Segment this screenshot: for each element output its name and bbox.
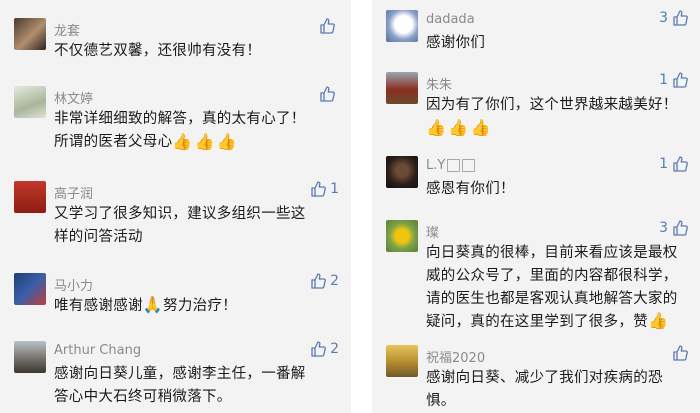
avatar[interactable] (386, 72, 418, 104)
like-count: 3 (659, 10, 668, 26)
thumb-up-outline-icon (673, 156, 688, 172)
thumb-up-outline-icon (311, 273, 326, 289)
thumbs-up-emoji: 👍 (194, 132, 215, 151)
comment-text: 向日葵真的很棒，目前来看应该是最权 威的公众号了，里面的内容都很科学， 请的医生… (426, 242, 682, 334)
avatar[interactable] (14, 341, 46, 373)
avatar[interactable] (14, 18, 46, 50)
avatar[interactable] (14, 273, 46, 305)
like-count: 3 (659, 220, 668, 236)
comment-text: 非常详细细致的解答，真的太有心了！ 所谓的医者父母心 👍 👍 👍 (54, 108, 333, 154)
like-button[interactable]: 1 (659, 156, 688, 172)
like-button[interactable]: 1 (310, 181, 339, 197)
comment-author[interactable]: 龙套 (54, 20, 80, 39)
thumb-up-outline-icon (320, 86, 335, 102)
comment-author[interactable]: 高子润 (54, 183, 93, 202)
thumb-up-outline-icon (673, 220, 688, 236)
comment-text: 感谢向日葵、减少了我们对疾病的恐 惧。 (426, 370, 663, 409)
like-count: 2 (330, 273, 339, 289)
thumb-up-outline-icon (673, 72, 688, 88)
comment-text: 不仅德艺双馨，还很帅有没有！ (54, 43, 262, 59)
comment-author[interactable]: 林文婷 (54, 88, 93, 107)
comment-text: 感谢你们 (426, 35, 486, 51)
like-button[interactable]: 2 (310, 273, 339, 289)
avatar[interactable] (386, 220, 418, 252)
like-count: 1 (659, 72, 668, 88)
avatar[interactable] (14, 86, 46, 118)
thumb-up-outline-icon (311, 341, 326, 357)
comment-text: 因为有了你们，这个世界越来越美好！ 👍 👍 👍 (426, 94, 682, 140)
comment-author[interactable]: 璨 (426, 222, 439, 241)
thumb-up-outline-icon (673, 345, 688, 361)
comment-author[interactable]: 马小力 (54, 275, 93, 294)
thumbs-up-emoji: 👍 (426, 118, 447, 137)
thumb-up-outline-icon (311, 181, 326, 197)
comment-author-text: L.Y (426, 158, 446, 173)
avatar[interactable] (14, 181, 46, 213)
like-button[interactable]: 3 (659, 10, 688, 26)
comment-text-content: 唯有感谢感谢 (54, 298, 143, 314)
thumbs-up-emoji: 👍 (216, 132, 238, 151)
like-count: 1 (659, 156, 668, 172)
comment-author[interactable]: 祝福2020 (426, 347, 485, 366)
comment-text-content: 因为有了你们，这个世界越来越美好！ (426, 97, 678, 113)
unrendered-glyph-icon (462, 159, 476, 172)
thumb-up-outline-icon (320, 18, 335, 34)
comment-text-content: 向日葵真的很棒，目前来看应该是最权 威的公众号了，里面的内容都很科学， 请的医生… (426, 245, 678, 330)
comment-text: 感恩有你们！ (426, 181, 515, 197)
comment-text: 感谢向日葵儿童，感谢李主任，一番解 答心中大石终可稍微落下。 (54, 366, 306, 405)
folded-hands-emoji: 🙏 (142, 295, 164, 314)
like-button[interactable]: 1 (659, 72, 688, 88)
comment-author[interactable]: L.Y (426, 158, 476, 173)
thumbs-up-emoji: 👍 (448, 118, 469, 137)
like-count: 2 (330, 341, 339, 357)
like-button[interactable] (319, 86, 339, 102)
thumbs-up-emoji: 👍 (648, 311, 669, 330)
like-count: 1 (330, 181, 339, 197)
like-button[interactable]: 2 (310, 341, 339, 357)
comment-author[interactable]: dadada (426, 12, 475, 27)
thumbs-up-emoji: 👍 (172, 132, 193, 151)
comment-text-content: 努力治疗！ (163, 298, 238, 314)
emoji-row: 👍 👍 👍 (426, 119, 491, 137)
comment-text: 唯有感谢感谢🙏努力治疗！ (54, 295, 333, 318)
avatar[interactable] (386, 10, 418, 42)
unrendered-glyph-icon (447, 159, 461, 172)
like-button[interactable] (668, 345, 688, 361)
thumbs-up-emoji: 👍 (470, 118, 491, 137)
avatar[interactable] (386, 345, 418, 377)
comment-author[interactable]: Arthur Chang (54, 343, 141, 358)
emoji-row: 👍 👍 👍 (172, 133, 237, 151)
comment-column-right: dadada 3 感谢你们 朱朱 1 因为有了你们，这个世界越来越美好！ 👍 👍 👍… (372, 0, 700, 413)
avatar[interactable] (386, 156, 418, 188)
comment-text: 又学习了很多知识，建议多组织一些这 样的问答活动 (54, 206, 306, 245)
like-button[interactable]: 3 (659, 220, 688, 236)
like-button[interactable] (319, 18, 339, 34)
thumb-up-outline-icon (673, 10, 688, 26)
comment-author[interactable]: 朱朱 (426, 74, 452, 93)
comment-column-left: 龙套 不仅德艺双馨，还很帅有没有！ 林文婷 非常详细细致的解答，真的太有心了！ … (0, 0, 351, 413)
